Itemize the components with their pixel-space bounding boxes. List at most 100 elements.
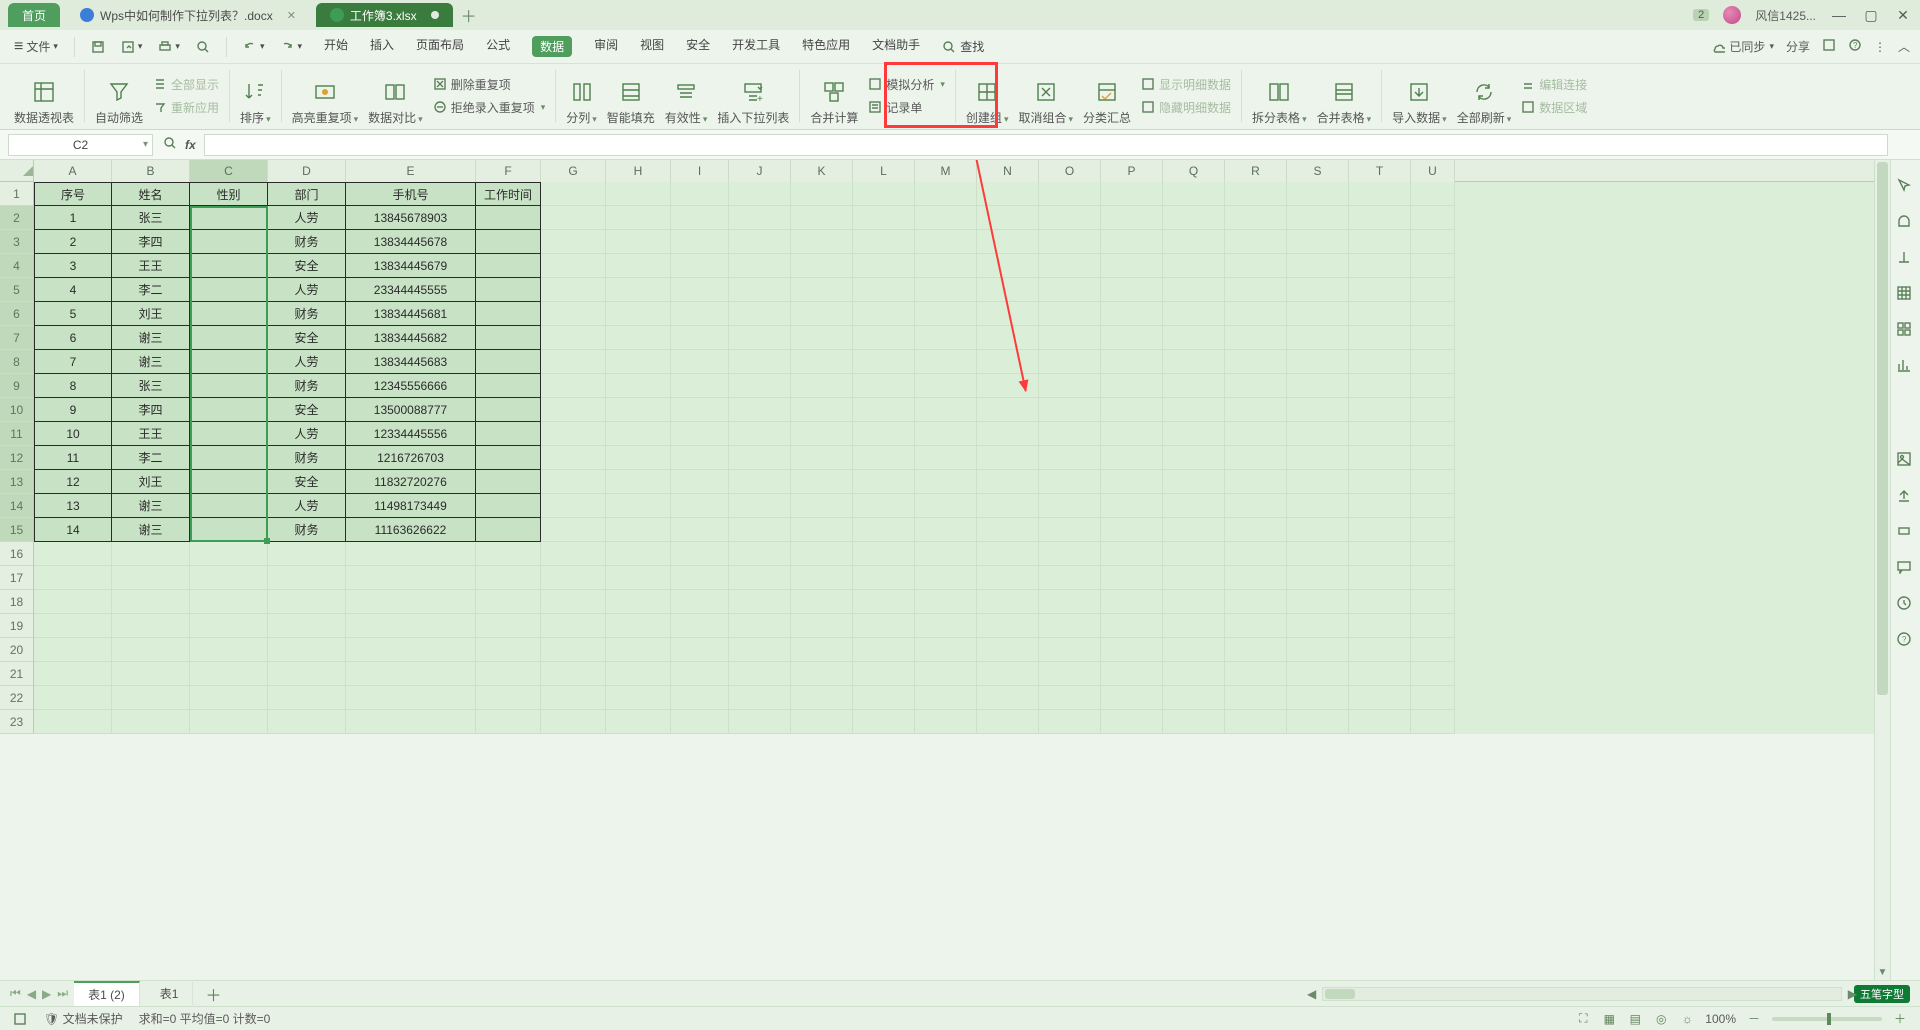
cell[interactable] bbox=[791, 662, 853, 686]
cell[interactable] bbox=[1225, 254, 1287, 278]
cell[interactable] bbox=[1101, 326, 1163, 350]
cell[interactable] bbox=[1349, 710, 1411, 734]
fullscreen-button[interactable]: ⛶ bbox=[1575, 1011, 1591, 1027]
cell[interactable] bbox=[190, 638, 268, 662]
redo-button[interactable]: ▾ bbox=[276, 40, 306, 54]
tab-devtools[interactable]: 开发工具 bbox=[732, 36, 780, 57]
maximize-button[interactable]: ▢ bbox=[1862, 7, 1880, 24]
cell[interactable] bbox=[791, 710, 853, 734]
cell[interactable] bbox=[541, 542, 606, 566]
cell[interactable] bbox=[190, 662, 268, 686]
cell[interactable] bbox=[729, 254, 791, 278]
cell[interactable] bbox=[915, 686, 977, 710]
col-header-H[interactable]: H bbox=[606, 160, 671, 182]
cell[interactable]: 11163626622 bbox=[346, 518, 476, 542]
row-header[interactable]: 2 bbox=[0, 206, 34, 230]
cell[interactable] bbox=[915, 542, 977, 566]
cell[interactable]: 安全 bbox=[268, 398, 346, 422]
cell[interactable] bbox=[606, 182, 671, 206]
split-table-button[interactable]: 拆分表格▾ bbox=[1252, 66, 1307, 126]
cell[interactable] bbox=[1225, 710, 1287, 734]
cell[interactable] bbox=[112, 590, 190, 614]
cell[interactable] bbox=[541, 470, 606, 494]
cell[interactable] bbox=[1287, 590, 1349, 614]
cell[interactable]: 5 bbox=[34, 302, 112, 326]
cell[interactable] bbox=[190, 374, 268, 398]
cell[interactable] bbox=[1225, 278, 1287, 302]
row-header[interactable]: 6 bbox=[0, 302, 34, 326]
cell[interactable] bbox=[476, 206, 541, 230]
vertical-scrollbar[interactable]: ▲▼ bbox=[1874, 160, 1890, 980]
cell[interactable] bbox=[1349, 254, 1411, 278]
cell[interactable] bbox=[1287, 182, 1349, 206]
protect-status[interactable]: 🛡 文档未保护 bbox=[44, 1010, 123, 1027]
cell[interactable] bbox=[346, 638, 476, 662]
remove-dup-button[interactable]: 删除重复项 bbox=[433, 76, 546, 93]
cell[interactable] bbox=[1349, 302, 1411, 326]
cell[interactable] bbox=[1163, 422, 1225, 446]
cell[interactable]: 安全 bbox=[268, 254, 346, 278]
help-tool-icon[interactable]: ? bbox=[1897, 632, 1915, 650]
cell[interactable]: 4 bbox=[34, 278, 112, 302]
cell[interactable] bbox=[915, 278, 977, 302]
cell[interactable] bbox=[476, 686, 541, 710]
cell[interactable] bbox=[1349, 350, 1411, 374]
cell[interactable] bbox=[34, 638, 112, 662]
cell[interactable] bbox=[1101, 710, 1163, 734]
cell[interactable] bbox=[34, 542, 112, 566]
row-header[interactable]: 11 bbox=[0, 422, 34, 446]
cell[interactable]: 13 bbox=[34, 494, 112, 518]
cell[interactable] bbox=[853, 614, 915, 638]
row-header[interactable]: 15 bbox=[0, 518, 34, 542]
row-header[interactable]: 10 bbox=[0, 398, 34, 422]
cell[interactable] bbox=[346, 542, 476, 566]
cell[interactable] bbox=[1101, 614, 1163, 638]
cell[interactable] bbox=[671, 398, 729, 422]
cell[interactable] bbox=[977, 422, 1039, 446]
col-header-K[interactable]: K bbox=[791, 160, 853, 182]
doc-status-icon[interactable] bbox=[12, 1011, 28, 1027]
cell[interactable] bbox=[671, 182, 729, 206]
undo-button[interactable]: ▾ bbox=[239, 40, 269, 54]
cell[interactable] bbox=[1411, 254, 1455, 278]
cell[interactable] bbox=[729, 710, 791, 734]
validation-button[interactable]: 有效性▾ bbox=[665, 66, 708, 126]
select-tool-icon[interactable] bbox=[1897, 214, 1915, 232]
cell[interactable] bbox=[1411, 614, 1455, 638]
cell[interactable] bbox=[1163, 710, 1225, 734]
cell[interactable] bbox=[729, 182, 791, 206]
cell[interactable] bbox=[1039, 494, 1101, 518]
cell[interactable] bbox=[853, 518, 915, 542]
col-header-R[interactable]: R bbox=[1225, 160, 1287, 182]
cell[interactable] bbox=[977, 542, 1039, 566]
cell[interactable] bbox=[791, 398, 853, 422]
cell[interactable] bbox=[977, 686, 1039, 710]
cell[interactable] bbox=[476, 302, 541, 326]
cell[interactable] bbox=[1163, 398, 1225, 422]
cell[interactable] bbox=[1163, 326, 1225, 350]
cell[interactable] bbox=[671, 446, 729, 470]
cell[interactable] bbox=[853, 278, 915, 302]
cell[interactable] bbox=[1411, 206, 1455, 230]
cell[interactable] bbox=[1163, 206, 1225, 230]
cell[interactable] bbox=[268, 566, 346, 590]
cell[interactable] bbox=[853, 374, 915, 398]
cell[interactable] bbox=[268, 590, 346, 614]
consolidate-button[interactable]: 合并计算 bbox=[810, 66, 858, 126]
history-tool-icon[interactable] bbox=[1897, 596, 1915, 614]
show-all-button[interactable]: 全部显示 bbox=[153, 76, 219, 93]
cell[interactable]: 安全 bbox=[268, 326, 346, 350]
ungroup-button[interactable]: 取消组合▾ bbox=[1018, 66, 1073, 126]
cell[interactable]: 部门 bbox=[268, 182, 346, 206]
cell[interactable] bbox=[1287, 422, 1349, 446]
cell[interactable] bbox=[1225, 566, 1287, 590]
cell[interactable] bbox=[671, 614, 729, 638]
sync-status[interactable]: 已同步 ▾ bbox=[1711, 38, 1774, 55]
cell[interactable] bbox=[1101, 254, 1163, 278]
cell[interactable] bbox=[1349, 494, 1411, 518]
cell[interactable]: 人劳 bbox=[268, 278, 346, 302]
notification-badge[interactable]: 2 bbox=[1693, 9, 1709, 21]
cell[interactable]: 13834445681 bbox=[346, 302, 476, 326]
cell[interactable] bbox=[1411, 686, 1455, 710]
cell[interactable] bbox=[606, 710, 671, 734]
